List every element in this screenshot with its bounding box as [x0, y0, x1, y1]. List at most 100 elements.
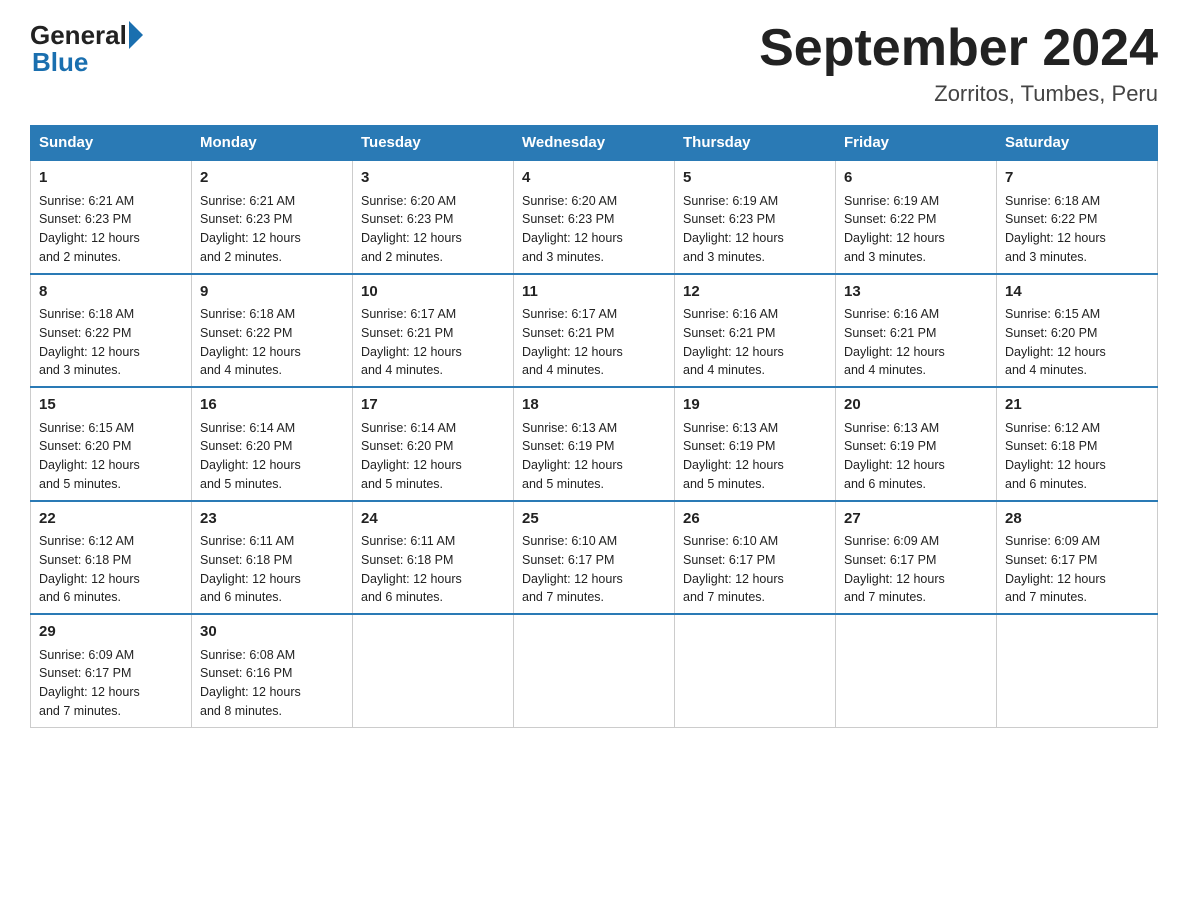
day-number: 18: [522, 394, 666, 417]
sunrise-text: Sunrise: 6:11 AM: [200, 534, 294, 548]
daylight-text: Daylight: 12 hours: [200, 345, 301, 359]
sunset-text: Sunset: 6:23 PM: [361, 212, 453, 226]
daylight-minutes-text: and 3 minutes.: [683, 250, 765, 264]
sunrise-text: Sunrise: 6:08 AM: [200, 648, 295, 662]
table-row: 6 Sunrise: 6:19 AM Sunset: 6:22 PM Dayli…: [836, 160, 997, 274]
daylight-text: Daylight: 12 hours: [200, 231, 301, 245]
daylight-minutes-text: and 5 minutes.: [361, 477, 443, 491]
sunrise-text: Sunrise: 6:18 AM: [1005, 194, 1100, 208]
sunrise-text: Sunrise: 6:13 AM: [683, 421, 778, 435]
daylight-minutes-text: and 7 minutes.: [683, 590, 765, 604]
table-row: 10 Sunrise: 6:17 AM Sunset: 6:21 PM Dayl…: [353, 274, 514, 388]
sunset-text: Sunset: 6:19 PM: [522, 439, 614, 453]
sunset-text: Sunset: 6:17 PM: [683, 553, 775, 567]
sunset-text: Sunset: 6:22 PM: [39, 326, 131, 340]
table-row: 15 Sunrise: 6:15 AM Sunset: 6:20 PM Dayl…: [31, 387, 192, 501]
table-row: 28 Sunrise: 6:09 AM Sunset: 6:17 PM Dayl…: [997, 501, 1158, 615]
daylight-text: Daylight: 12 hours: [39, 231, 140, 245]
daylight-text: Daylight: 12 hours: [683, 458, 784, 472]
day-number: 15: [39, 394, 183, 417]
calendar-week-row: 1 Sunrise: 6:21 AM Sunset: 6:23 PM Dayli…: [31, 160, 1158, 274]
day-number: 10: [361, 281, 505, 304]
sunset-text: Sunset: 6:17 PM: [522, 553, 614, 567]
logo-arrow-icon: [129, 21, 143, 49]
day-number: 2: [200, 167, 344, 190]
calendar-week-row: 15 Sunrise: 6:15 AM Sunset: 6:20 PM Dayl…: [31, 387, 1158, 501]
table-row: 7 Sunrise: 6:18 AM Sunset: 6:22 PM Dayli…: [997, 160, 1158, 274]
table-row: 13 Sunrise: 6:16 AM Sunset: 6:21 PM Dayl…: [836, 274, 997, 388]
daylight-minutes-text: and 4 minutes.: [361, 363, 443, 377]
sunrise-text: Sunrise: 6:21 AM: [39, 194, 134, 208]
daylight-minutes-text: and 6 minutes.: [200, 590, 282, 604]
table-row: 4 Sunrise: 6:20 AM Sunset: 6:23 PM Dayli…: [514, 160, 675, 274]
day-number: 17: [361, 394, 505, 417]
daylight-minutes-text: and 6 minutes.: [39, 590, 121, 604]
table-row: 25 Sunrise: 6:10 AM Sunset: 6:17 PM Dayl…: [514, 501, 675, 615]
day-number: 5: [683, 167, 827, 190]
daylight-text: Daylight: 12 hours: [200, 458, 301, 472]
sunset-text: Sunset: 6:18 PM: [39, 553, 131, 567]
daylight-minutes-text: and 7 minutes.: [39, 704, 121, 718]
daylight-text: Daylight: 12 hours: [522, 458, 623, 472]
table-row: 16 Sunrise: 6:14 AM Sunset: 6:20 PM Dayl…: [192, 387, 353, 501]
sunrise-text: Sunrise: 6:10 AM: [683, 534, 778, 548]
daylight-text: Daylight: 12 hours: [1005, 231, 1106, 245]
daylight-text: Daylight: 12 hours: [522, 345, 623, 359]
daylight-minutes-text: and 5 minutes.: [683, 477, 765, 491]
daylight-text: Daylight: 12 hours: [683, 572, 784, 586]
day-number: 12: [683, 281, 827, 304]
daylight-text: Daylight: 12 hours: [39, 345, 140, 359]
sunset-text: Sunset: 6:22 PM: [844, 212, 936, 226]
table-row: 22 Sunrise: 6:12 AM Sunset: 6:18 PM Dayl…: [31, 501, 192, 615]
table-row: [353, 614, 514, 727]
calendar-week-row: 22 Sunrise: 6:12 AM Sunset: 6:18 PM Dayl…: [31, 501, 1158, 615]
table-row: 11 Sunrise: 6:17 AM Sunset: 6:21 PM Dayl…: [514, 274, 675, 388]
table-row: 12 Sunrise: 6:16 AM Sunset: 6:21 PM Dayl…: [675, 274, 836, 388]
day-number: 9: [200, 281, 344, 304]
day-number: 6: [844, 167, 988, 190]
daylight-minutes-text: and 6 minutes.: [361, 590, 443, 604]
daylight-minutes-text: and 4 minutes.: [844, 363, 926, 377]
table-row: 30 Sunrise: 6:08 AM Sunset: 6:16 PM Dayl…: [192, 614, 353, 727]
calendar-table: Sunday Monday Tuesday Wednesday Thursday…: [30, 125, 1158, 728]
table-row: 2 Sunrise: 6:21 AM Sunset: 6:23 PM Dayli…: [192, 160, 353, 274]
sunrise-text: Sunrise: 6:18 AM: [39, 307, 134, 321]
col-sunday: Sunday: [31, 126, 192, 161]
table-row: [997, 614, 1158, 727]
daylight-minutes-text: and 8 minutes.: [200, 704, 282, 718]
daylight-minutes-text: and 6 minutes.: [844, 477, 926, 491]
sunrise-text: Sunrise: 6:21 AM: [200, 194, 295, 208]
daylight-text: Daylight: 12 hours: [1005, 572, 1106, 586]
table-row: 17 Sunrise: 6:14 AM Sunset: 6:20 PM Dayl…: [353, 387, 514, 501]
col-friday: Friday: [836, 126, 997, 161]
sunset-text: Sunset: 6:20 PM: [39, 439, 131, 453]
daylight-text: Daylight: 12 hours: [683, 231, 784, 245]
table-row: 3 Sunrise: 6:20 AM Sunset: 6:23 PM Dayli…: [353, 160, 514, 274]
daylight-minutes-text: and 7 minutes.: [522, 590, 604, 604]
day-number: 21: [1005, 394, 1149, 417]
day-number: 7: [1005, 167, 1149, 190]
day-number: 30: [200, 621, 344, 644]
day-number: 11: [522, 281, 666, 304]
day-number: 29: [39, 621, 183, 644]
sunrise-text: Sunrise: 6:20 AM: [522, 194, 617, 208]
daylight-minutes-text: and 5 minutes.: [522, 477, 604, 491]
daylight-text: Daylight: 12 hours: [361, 231, 462, 245]
daylight-text: Daylight: 12 hours: [522, 231, 623, 245]
sunset-text: Sunset: 6:18 PM: [1005, 439, 1097, 453]
sunset-text: Sunset: 6:18 PM: [361, 553, 453, 567]
sunrise-text: Sunrise: 6:09 AM: [39, 648, 134, 662]
sunrise-text: Sunrise: 6:19 AM: [683, 194, 778, 208]
sunrise-text: Sunrise: 6:18 AM: [200, 307, 295, 321]
daylight-text: Daylight: 12 hours: [844, 345, 945, 359]
day-number: 25: [522, 508, 666, 531]
col-thursday: Thursday: [675, 126, 836, 161]
logo-blue: Blue: [30, 47, 143, 78]
sunset-text: Sunset: 6:20 PM: [361, 439, 453, 453]
sunset-text: Sunset: 6:23 PM: [683, 212, 775, 226]
daylight-minutes-text: and 4 minutes.: [522, 363, 604, 377]
day-number: 8: [39, 281, 183, 304]
sunrise-text: Sunrise: 6:19 AM: [844, 194, 939, 208]
daylight-minutes-text: and 4 minutes.: [1005, 363, 1087, 377]
sunset-text: Sunset: 6:18 PM: [200, 553, 292, 567]
